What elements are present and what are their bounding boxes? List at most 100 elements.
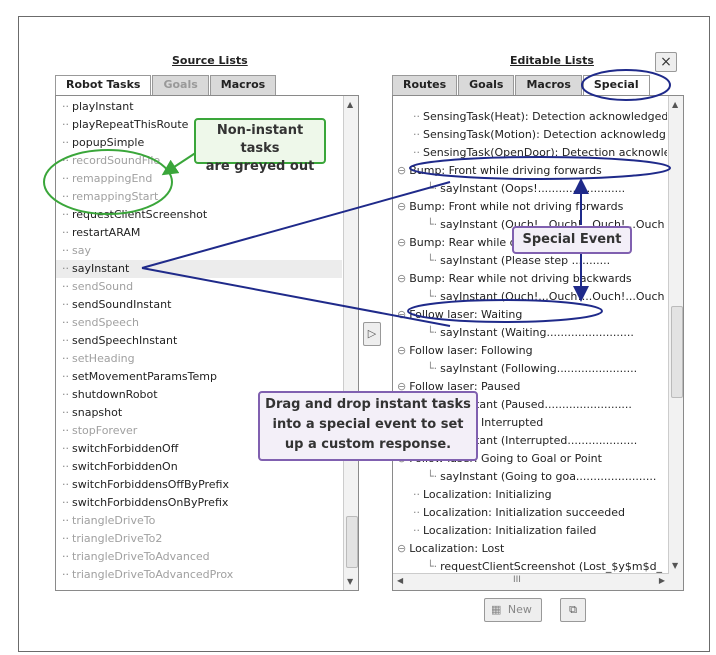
- tree-item[interactable]: ·· SensingTask(Heat): Detection acknowled…: [393, 108, 667, 126]
- tab-robot-tasks[interactable]: Robot Tasks: [55, 75, 152, 95]
- tree-item[interactable]: ·· Localization: Initializing: [393, 486, 667, 504]
- tree-item-label: Localization: Initialization failed: [423, 524, 597, 537]
- scroll-left-icon[interactable]: ◀: [397, 576, 403, 585]
- tree-item[interactable]: └· sayInstant (Oops!.....................…: [393, 180, 667, 198]
- collapse-icon[interactable]: ⊖: [397, 344, 406, 357]
- tree-item[interactable]: ·· SensingTask(Motion): Detection acknowl…: [393, 126, 667, 144]
- tree-connector: ··: [62, 100, 69, 113]
- list-item[interactable]: ·· requestClientScreenshot: [56, 206, 342, 224]
- list-item[interactable]: ·· triangleDriveTo2: [56, 530, 342, 548]
- tree-node[interactable]: ⊖ Bump: Front while driving forwards: [393, 162, 667, 180]
- tab-goals-editable[interactable]: Goals: [458, 75, 515, 95]
- tree-item[interactable]: └· sayInstant (Waiting...................…: [393, 324, 667, 342]
- list-item-label: triangleDriveTo: [72, 514, 156, 527]
- tree-connector: ··: [62, 496, 69, 509]
- list-item[interactable]: ·· switchForbiddensOffByPrefix: [56, 476, 342, 494]
- list-item-label: switchForbiddenOn: [72, 460, 178, 473]
- tree-connector: ··: [62, 370, 69, 383]
- list-item-label: shutdownRobot: [72, 388, 158, 401]
- tree-connector: ··: [62, 406, 69, 419]
- tree-item-label: Follow laser: Following: [409, 344, 533, 357]
- list-item[interactable]: ·· triangleDriveToAdvancedProx: [56, 566, 342, 584]
- scroll-thumb[interactable]: [346, 516, 358, 568]
- source-scrollbar[interactable]: ▲ ▼: [343, 96, 358, 590]
- tree-connector: ··: [413, 146, 420, 159]
- list-item[interactable]: ·· sayInstant: [56, 260, 342, 278]
- list-item[interactable]: ·· switchForbiddensOnByPrefix: [56, 494, 342, 512]
- transfer-arrow-button[interactable]: ▷: [363, 322, 381, 346]
- close-icon: ×: [660, 54, 672, 70]
- tree-item[interactable]: └· sayInstant (Going to goa..............…: [393, 468, 667, 486]
- scroll-down-icon[interactable]: ▼: [347, 577, 353, 586]
- scroll-grip[interactable]: III: [513, 575, 521, 585]
- collapse-icon[interactable]: ⊖: [397, 272, 406, 285]
- special-event-tree[interactable]: ▲ ▼ ◀ III ▶ ·· SensingTask(Heat): Detecti…: [392, 95, 684, 591]
- collapse-icon[interactable]: ⊖: [397, 542, 406, 555]
- editable-scrollbar[interactable]: ▲ ▼: [668, 96, 683, 590]
- list-item-label: switchForbiddenOff: [72, 442, 179, 455]
- tree-item-label: Bump: Front while not driving forwards: [409, 200, 624, 213]
- tree-item-label: sayInstant (Going to goa................…: [440, 470, 657, 483]
- drag-drop-callout: Drag and drop instant tasks into a speci…: [258, 391, 478, 461]
- new-item-icon: ▦: [491, 603, 502, 616]
- tree-item-label: Localization: Lost: [409, 542, 505, 555]
- list-item-label: remappingEnd: [72, 172, 153, 185]
- tab-macros-editable[interactable]: Macros: [515, 75, 582, 95]
- collapse-icon[interactable]: ⊖: [397, 164, 406, 177]
- tab-special[interactable]: Special: [582, 75, 650, 95]
- tree-connector: └·: [427, 326, 438, 339]
- tree-item[interactable]: └· sayInstant (Following.................…: [393, 360, 667, 378]
- tree-connector: ··: [62, 208, 69, 221]
- tree-connector: ··: [62, 352, 69, 365]
- list-item[interactable]: ·· setHeading: [56, 350, 342, 368]
- tree-item[interactable]: └· requestClientScreenshot (Lost_$y$m$d_: [393, 558, 667, 576]
- scroll-down-icon[interactable]: ▼: [672, 561, 678, 570]
- list-item-label: sendSoundInstant: [72, 298, 172, 311]
- collapse-icon[interactable]: ⊖: [397, 200, 406, 213]
- list-item[interactable]: ·· restartARAM: [56, 224, 342, 242]
- scroll-up-icon[interactable]: ▲: [672, 100, 678, 109]
- tree-node[interactable]: ⊖ Follow laser: Waiting: [393, 306, 667, 324]
- list-item[interactable]: ·· sendSpeechInstant: [56, 332, 342, 350]
- list-item[interactable]: ·· triangleDriveTo: [56, 512, 342, 530]
- tree-node[interactable]: ⊖ Bump: Rear while not driving backwards: [393, 270, 667, 288]
- close-button[interactable]: ×: [655, 52, 677, 72]
- tree-node[interactable]: ⊖ Localization: Lost: [393, 540, 667, 558]
- tree-item[interactable]: ·· Localization: Initialization succeeded: [393, 504, 667, 522]
- list-item[interactable]: ·· sendSpeech: [56, 314, 342, 332]
- list-item[interactable]: ·· triangleDriveToAdvanced: [56, 548, 342, 566]
- list-item-label: sendSpeechInstant: [72, 334, 178, 347]
- tree-connector: ··: [62, 136, 69, 149]
- list-item[interactable]: ·· playInstant: [56, 98, 342, 116]
- tree-item-label: Follow laser: Waiting: [409, 308, 523, 321]
- scroll-up-icon[interactable]: ▲: [347, 100, 353, 109]
- tree-connector: ··: [413, 110, 420, 123]
- scroll-thumb[interactable]: [671, 306, 683, 398]
- tree-node[interactable]: ⊖ Bump: Front while not driving forwards: [393, 198, 667, 216]
- tab-goals[interactable]: Goals: [152, 75, 209, 95]
- tab-macros[interactable]: Macros: [209, 75, 277, 95]
- tree-connector: ··: [62, 334, 69, 347]
- list-item[interactable]: ·· remappingStart: [56, 188, 342, 206]
- list-item[interactable]: ·· sendSound: [56, 278, 342, 296]
- tree-item[interactable]: ·· SensingTask(OpenDoor): Detection ackno…: [393, 144, 667, 162]
- tree-connector: ··: [62, 226, 69, 239]
- tree-item[interactable]: └· sayInstant (Ouch!...Ouch!...Ouch!...Ou…: [393, 288, 667, 306]
- tree-item[interactable]: └· sayInstant (Please step ...........: [393, 252, 667, 270]
- tree-node[interactable]: ⊖ Follow laser: Following: [393, 342, 667, 360]
- copy-button[interactable]: ⧉: [560, 598, 586, 622]
- list-item[interactable]: ·· setMovementParamsTemp: [56, 368, 342, 386]
- list-item[interactable]: ·· say: [56, 242, 342, 260]
- tab-routes[interactable]: Routes: [392, 75, 458, 95]
- list-item-label: recordSoundFile: [72, 154, 161, 167]
- tree-item[interactable]: ·· Localization: Initialization failed: [393, 522, 667, 540]
- collapse-icon[interactable]: ⊖: [397, 236, 406, 249]
- list-item-label: popupSimple: [72, 136, 145, 149]
- list-item[interactable]: ·· sendSoundInstant: [56, 296, 342, 314]
- tree-item-label: Localization: Initialization succeeded: [423, 506, 625, 519]
- scroll-right-icon[interactable]: ▶: [659, 576, 665, 585]
- tree-connector: ··: [413, 128, 420, 141]
- tree-item-label: SensingTask(Motion): Detection acknowled…: [423, 128, 666, 141]
- new-button[interactable]: ▦ New: [484, 598, 542, 622]
- collapse-icon[interactable]: ⊖: [397, 308, 406, 321]
